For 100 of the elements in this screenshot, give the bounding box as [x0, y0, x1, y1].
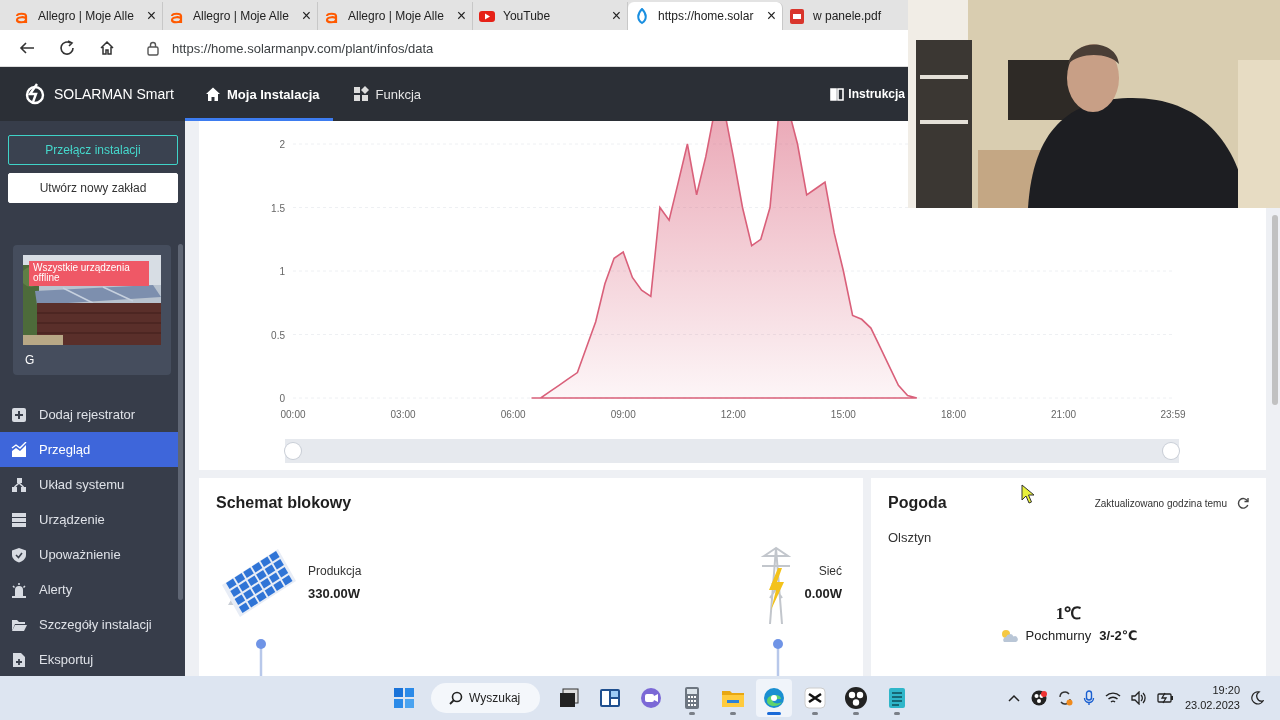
refresh-icon[interactable]: [1237, 497, 1249, 509]
temperature-range: 3/-2℃: [1099, 628, 1138, 643]
axis-label: 09:00: [610, 409, 636, 420]
node-label: Produkcja: [308, 563, 362, 578]
windows-icon: [392, 686, 416, 710]
slider-handle[interactable]: [1163, 443, 1179, 459]
axis-label: 0.5: [271, 329, 285, 341]
weather-condition: Pochmurny: [1025, 628, 1092, 643]
axis-label: 03:00: [390, 409, 416, 420]
axis-label: 1.5: [271, 202, 285, 214]
node-value: 330.00W: [308, 585, 362, 601]
axis-label: 06:00: [500, 409, 526, 420]
home-icon[interactable]: [98, 39, 116, 57]
clock-date: 23.02.2023: [1184, 698, 1240, 713]
browser-tab[interactable]: https://home.solar ×: [628, 2, 783, 30]
lock-icon: [146, 40, 160, 56]
manual-link[interactable]: Instrukcja: [830, 87, 905, 101]
tab-title: YouTube: [503, 9, 552, 23]
axis-label: 15:00: [830, 409, 856, 420]
cloud-sun-icon: [999, 628, 1018, 643]
volume-icon[interactable]: [1130, 691, 1147, 705]
connector-line: [773, 639, 784, 676]
tab-title: Allegro | Moje Alle: [348, 9, 445, 23]
sidebar-item[interactable]: Urządzenie: [0, 502, 180, 537]
close-button[interactable]: ×: [611, 7, 621, 25]
scrollbar[interactable]: [178, 244, 183, 600]
axis-label: 18:00: [940, 409, 966, 420]
home-icon: [205, 86, 221, 102]
grid-icon: [353, 86, 370, 102]
search-field[interactable]: Wyszukaj: [431, 683, 541, 713]
sidebar-item[interactable]: Układ systemu: [0, 467, 180, 502]
range-slider[interactable]: [285, 439, 1179, 463]
axis-label: 2: [279, 139, 285, 150]
plant-name: G: [24, 353, 36, 367]
pdf-icon: [789, 7, 805, 25]
search-placeholder: Wyszukaj: [469, 691, 521, 705]
axis-label: 21:00: [1051, 409, 1077, 420]
sidebar-item[interactable]: Przegląd: [0, 432, 180, 467]
sync-icon[interactable]: [1056, 690, 1073, 706]
nav-tab[interactable]: Funkcja: [333, 67, 427, 121]
chart-icon: [11, 441, 27, 458]
connector-line: [256, 639, 266, 676]
node-label: Sieć: [817, 563, 842, 578]
tab-title: Allegro | Moje Alle: [38, 9, 135, 23]
scrollbar[interactable]: [1272, 215, 1278, 405]
switch-plant-button[interactable]: Przełącz instalacji: [8, 135, 178, 165]
sidebar-item[interactable]: Upoważnienie: [0, 537, 180, 572]
close-button[interactable]: ×: [146, 7, 156, 25]
book-icon: [830, 87, 845, 101]
cursor-icon: [1021, 484, 1035, 504]
plant-card[interactable]: Wszystkie urządzenia offline G: [13, 245, 171, 375]
battery-icon[interactable]: [1156, 691, 1175, 705]
record-app-icon: [844, 686, 869, 710]
file-icon: [11, 651, 27, 668]
alarm-icon: [11, 581, 27, 598]
logo-text: SOLARMAN Smart: [54, 86, 174, 102]
temperature: 1℃: [1054, 603, 1083, 624]
close-button[interactable]: ×: [301, 7, 311, 25]
url-text: https://home.solarmanpv.com/plant/infos/data: [172, 40, 434, 56]
microphone-icon[interactable]: [1082, 690, 1095, 706]
browser-icon: [762, 686, 787, 710]
windows-stack-icon: [557, 686, 582, 710]
close-button[interactable]: ×: [766, 7, 776, 25]
search-icon: [449, 691, 463, 705]
node-value: 0.00W: [804, 585, 842, 601]
video-chat-icon: [639, 686, 664, 710]
moon-icon[interactable]: [1250, 691, 1264, 705]
drop-icon: [634, 7, 650, 25]
clock[interactable]: 19:20 23.02.2023: [1184, 683, 1240, 713]
axis-label: 12:00: [720, 409, 746, 420]
tab-title: w panele.pdf: [813, 9, 883, 23]
create-plant-button[interactable]: Utwórz nowy zakład: [8, 173, 178, 203]
sidebar-item[interactable]: Dodaj rejestrator: [0, 397, 180, 432]
tab-title: Allegro | Moje Alle: [193, 9, 290, 23]
status-badge: Wszystkie urządzenia offline: [29, 261, 149, 286]
wifi-icon[interactable]: [1104, 691, 1121, 705]
axis-label: 0: [279, 393, 285, 404]
axis-label: 23:59: [1160, 409, 1186, 420]
reload-icon[interactable]: [58, 39, 76, 57]
axis-label: 00:00: [280, 409, 306, 420]
tab-title: https://home.solar: [658, 9, 755, 23]
city-name: Olsztyn: [888, 530, 933, 545]
hierarchy-icon: [11, 476, 27, 493]
panels-icon: [598, 686, 623, 710]
slider-handle[interactable]: [285, 443, 301, 459]
axis-label: 1: [279, 266, 285, 277]
close-button[interactable]: ×: [456, 7, 466, 25]
sidebar-item[interactable]: Szczegóły instalacji: [0, 607, 180, 642]
scissors-icon: [803, 686, 828, 710]
logo-icon: [24, 83, 46, 105]
record-app-icon[interactable]: [1030, 690, 1047, 706]
shield-icon: [11, 546, 27, 563]
sidebar-item[interactable]: Eksportuj: [0, 642, 180, 676]
sidebar-item[interactable]: Alerty: [0, 572, 180, 607]
update-status: Zaktualizowano godzina temu: [1094, 497, 1227, 509]
card-title: Pogoda: [888, 494, 947, 512]
plus-icon: [11, 406, 27, 423]
clock-time: 19:20: [1212, 683, 1240, 698]
server-icon: [11, 511, 27, 528]
browser-tab[interactable]: w panele.pdf: [783, 2, 908, 30]
